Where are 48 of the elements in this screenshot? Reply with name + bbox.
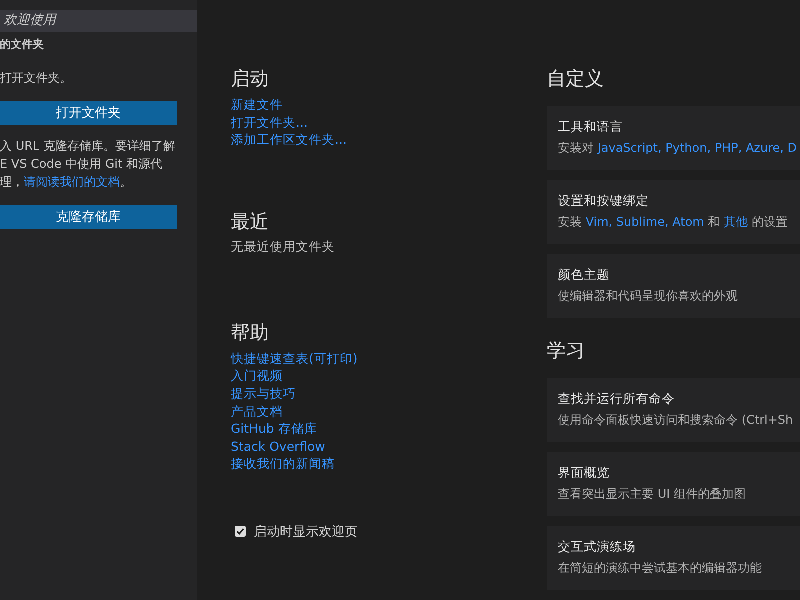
learn-card[interactable]: 界面概览 查看突出显示主要 UI 组件的叠加图 bbox=[547, 452, 800, 516]
help-link[interactable]: Stack Overflow bbox=[231, 438, 326, 456]
card-title: 颜色主题 bbox=[558, 267, 611, 284]
open-folder-button[interactable]: 打开文件夹 bbox=[0, 101, 177, 125]
description-link[interactable]: JavaScript, Python, PHP, Azure, D bbox=[598, 141, 797, 155]
no-folder-message: 打开文件夹。 bbox=[0, 70, 73, 87]
card-title: 设置和按键绑定 bbox=[558, 193, 650, 210]
description-text: 安装对 bbox=[558, 141, 595, 155]
card-title: 界面概览 bbox=[558, 465, 611, 482]
help-link[interactable]: 接收我们的新闻稿 bbox=[231, 455, 335, 473]
no-recent-text: 无最近使用文件夹 bbox=[231, 238, 335, 256]
section-title: 的文件夹 bbox=[0, 37, 45, 52]
customize-card[interactable]: 设置和按键绑定 安装 Vim, Sublime, Atom 和 其他 的设置 bbox=[547, 180, 800, 244]
recent-heading: 最近 bbox=[231, 210, 269, 235]
start-link[interactable]: 新建文件 bbox=[231, 96, 283, 114]
help-heading: 帮助 bbox=[231, 320, 269, 346]
clone-info-text: 入 URL 克隆存储库。要详细了解 E VS Code 中使用 Git 和源代 理，请阅读我们的文档。 bbox=[0, 138, 176, 191]
description-text: 的设置 bbox=[750, 215, 788, 229]
customize-card[interactable]: 工具和语言 安装对 JavaScript, Python, PHP, Azure, D bbox=[547, 106, 800, 170]
learn-heading: 学习 bbox=[547, 339, 586, 364]
learn-card[interactable]: 交互式演练场 在简短的演练中尝试基本的编辑器功能 bbox=[547, 526, 800, 590]
help-link[interactable]: 提示与技巧 bbox=[231, 384, 296, 403]
description-link[interactable]: 其他 bbox=[724, 215, 748, 229]
welcome-tab-item[interactable]: 欢迎使用 bbox=[0, 10, 197, 32]
card-title: 交互式演练场 bbox=[558, 539, 637, 556]
description-text: 安装 bbox=[558, 215, 583, 229]
learn-card[interactable]: 查找并运行所有命令 使用命令面板快速访问和搜索命令 (Ctrl+Sh bbox=[547, 378, 800, 442]
startup-checkbox-label: 启动时显示欢迎页 bbox=[254, 524, 358, 541]
help-link[interactable]: 产品文档 bbox=[231, 402, 283, 420]
start-heading: 启动 bbox=[231, 67, 269, 92]
customize-heading: 自定义 bbox=[547, 67, 605, 92]
description-text: 使用命令面板快速访问和搜索命令 (Ctrl+Sh bbox=[558, 413, 794, 427]
card-title: 查找并运行所有命令 bbox=[558, 391, 676, 408]
description-text: 和 bbox=[707, 215, 722, 229]
start-link[interactable]: 打开文件夹... bbox=[231, 114, 308, 132]
description-text: 查看突出显示主要 UI 组件的叠加图 bbox=[558, 487, 746, 501]
card-title: 工具和语言 bbox=[558, 119, 624, 136]
startup-checkbox[interactable] bbox=[235, 526, 246, 538]
help-link[interactable]: 入门视频 bbox=[231, 367, 283, 385]
help-link[interactable]: 快捷键速查表(可打印) bbox=[231, 350, 358, 368]
start-link[interactable]: 添加工作区文件夹... bbox=[231, 131, 347, 149]
description-text: 使编辑器和代码呈现你喜欢的外观 bbox=[558, 289, 738, 303]
clone-repository-button[interactable]: 克隆存储库 bbox=[0, 205, 177, 229]
help-link[interactable]: GitHub 存储库 bbox=[231, 420, 318, 438]
description-text: 在简短的演练中尝试基本的编辑器功能 bbox=[558, 561, 762, 575]
docs-link[interactable]: 请阅读我们的文档 bbox=[24, 175, 120, 189]
description-link[interactable]: Vim, Sublime, Atom bbox=[586, 215, 704, 229]
customize-card[interactable]: 颜色主题 使编辑器和代码呈现你喜欢的外观 bbox=[547, 254, 800, 318]
